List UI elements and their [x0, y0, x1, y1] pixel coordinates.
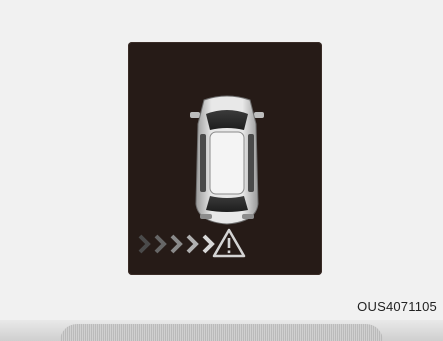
bottom-strip-pattern	[60, 324, 383, 341]
cluster-display	[128, 42, 322, 275]
figure-code: OUS4071105	[357, 299, 437, 314]
illustration-frame	[0, 0, 443, 320]
top-view-car-icon	[190, 95, 264, 225]
warning-triangle-icon	[212, 228, 246, 258]
